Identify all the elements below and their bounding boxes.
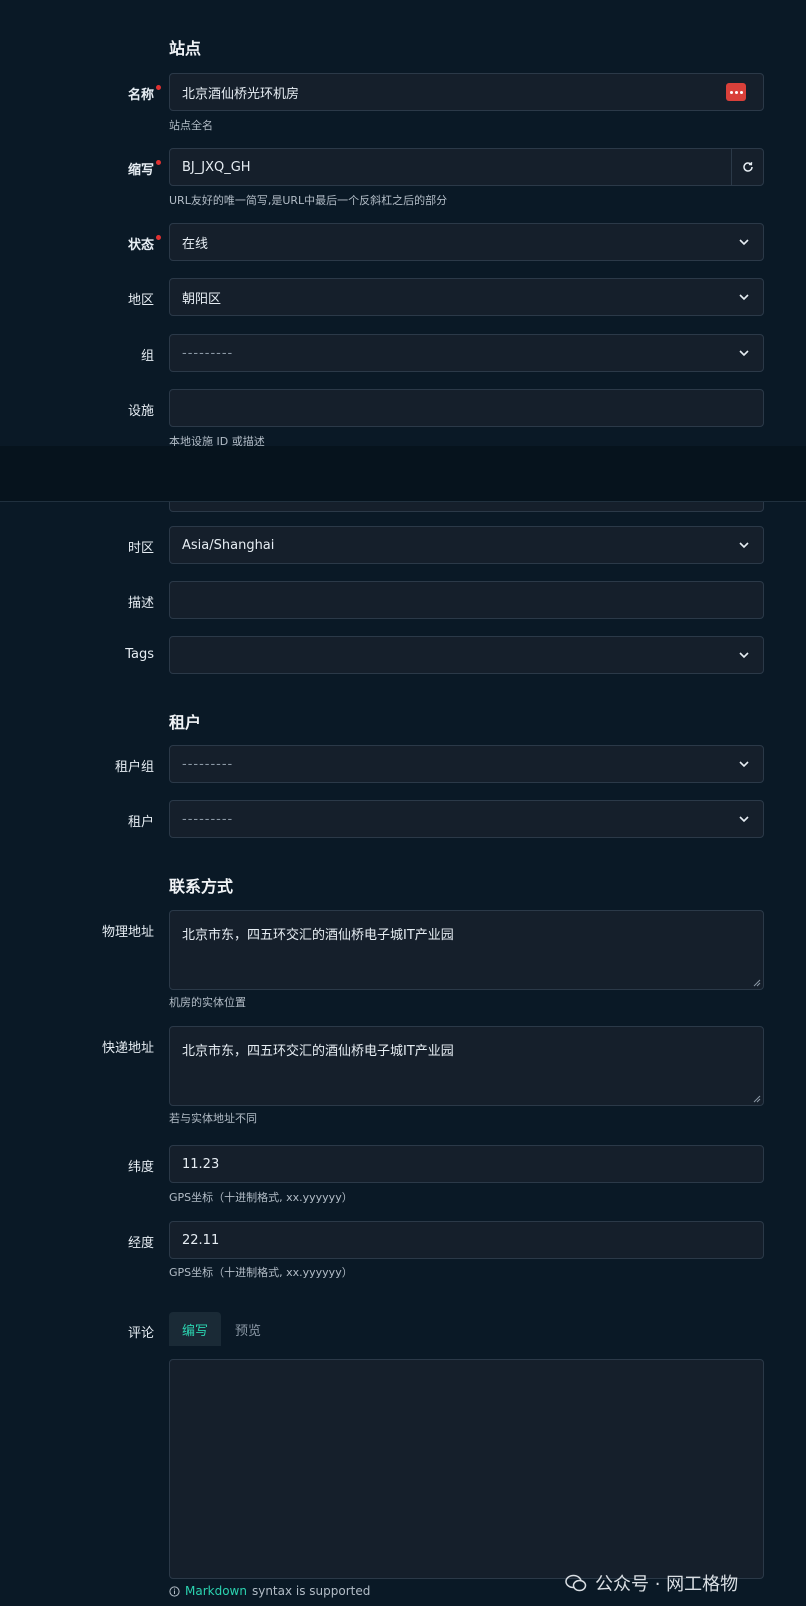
shipping-address-hint: 若与实体地址不同: [169, 1112, 257, 1125]
group-value: ---------: [182, 345, 234, 361]
timezone-value: Asia/Shanghai: [182, 537, 275, 553]
slug-regenerate-button[interactable]: [731, 149, 763, 185]
status-value: 在线: [182, 236, 209, 252]
tenant-label: 租户: [127, 815, 154, 830]
name-hint: 站点全名: [169, 119, 213, 132]
facility-input[interactable]: [169, 389, 764, 427]
physical-address-value: 北京市东，四五环交汇的酒仙桥电子城IT产业园: [182, 928, 454, 943]
site-form-top: 站点 名称 北京酒仙桥光环机房 站点全名 缩写 BJ_JXQ_GH URL友好的…: [0, 0, 806, 446]
required-indicator: [156, 85, 161, 90]
longitude-value: 22.11: [182, 1232, 220, 1248]
info-icon: [169, 1585, 180, 1597]
group-label: 组: [140, 349, 154, 364]
comments-textarea[interactable]: [169, 1359, 764, 1579]
tenant-group-label: 租户组: [114, 760, 154, 775]
wechat-icon: [565, 1574, 587, 1592]
physical-address-hint: 机房的实体位置: [169, 996, 246, 1009]
resize-handle-icon[interactable]: [753, 979, 761, 987]
chevron-down-icon: [739, 761, 749, 768]
chevron-down-icon: [739, 350, 749, 357]
status-label: 状态: [128, 234, 161, 253]
latitude-hint: GPS坐标（十进制格式, xx.yyyyyy）: [169, 1191, 353, 1204]
status-select[interactable]: 在线: [169, 223, 764, 261]
shipping-address-label: 快递地址: [101, 1041, 154, 1056]
tab-write[interactable]: 编写: [169, 1312, 221, 1346]
region-select[interactable]: 朝阳区: [169, 278, 764, 316]
markdown-note: Markdown syntax is supported: [169, 1584, 370, 1598]
partial-field[interactable]: [169, 502, 764, 512]
region-value: 朝阳区: [182, 291, 222, 307]
name-value: 北京酒仙桥光环机房: [182, 86, 300, 102]
slug-label: 缩写: [128, 159, 161, 178]
latitude-value: 11.23: [182, 1156, 220, 1172]
tab-preview[interactable]: 预览: [224, 1312, 272, 1346]
description-input[interactable]: [169, 581, 764, 619]
longitude-label: 经度: [127, 1236, 154, 1251]
shipping-address-textarea[interactable]: 北京市东，四五环交汇的酒仙桥电子城IT产业园: [169, 1026, 764, 1106]
markdown-suffix: syntax is supported: [251, 1584, 371, 1598]
chevron-down-icon: [739, 542, 749, 549]
resize-handle-icon[interactable]: [753, 1095, 761, 1103]
tags-select[interactable]: [169, 636, 764, 674]
required-indicator: [156, 160, 161, 165]
physical-address-textarea[interactable]: 北京市东，四五环交汇的酒仙桥电子城IT产业园: [169, 910, 764, 990]
latitude-input[interactable]: 11.23: [169, 1145, 764, 1183]
longitude-input[interactable]: 22.11: [169, 1221, 764, 1259]
facility-label: 设施: [127, 404, 154, 419]
slug-input[interactable]: BJ_JXQ_GH: [169, 148, 764, 186]
tenant-value: ---------: [182, 811, 234, 827]
shipping-address-value: 北京市东，四五环交汇的酒仙桥电子城IT产业园: [182, 1044, 454, 1059]
tenant-select[interactable]: ---------: [169, 800, 764, 838]
chevron-down-icon: [739, 816, 749, 823]
description-label: 描述: [127, 596, 154, 611]
slug-hint: URL友好的唯一简写,是URL中最后一个反斜杠之后的部分: [169, 194, 448, 207]
name-label: 名称: [128, 84, 161, 103]
site-form-bottom: 时区 Asia/Shanghai 描述 Tags 租户 租户组 --------…: [0, 502, 806, 1606]
chevron-down-icon: [739, 294, 749, 301]
section-title-site: 站点: [169, 39, 202, 58]
physical-address-label: 物理地址: [101, 925, 154, 940]
facility-hint: 本地设施 ID 或描述: [169, 435, 265, 446]
chevron-down-icon: [739, 652, 749, 659]
required-indicator: [156, 235, 161, 240]
tags-label: Tags: [125, 647, 154, 662]
group-select[interactable]: ---------: [169, 334, 764, 372]
comments-label: 评论: [127, 1326, 154, 1341]
timezone-select[interactable]: Asia/Shanghai: [169, 526, 764, 564]
name-input[interactable]: 北京酒仙桥光环机房: [169, 73, 764, 111]
region-label: 地区: [127, 293, 154, 308]
section-title-contact: 联系方式: [169, 877, 234, 896]
refresh-icon: [742, 162, 753, 172]
section-title-tenancy: 租户: [169, 713, 202, 732]
timezone-label: 时区: [127, 541, 154, 556]
latitude-label: 纬度: [127, 1160, 154, 1175]
chevron-down-icon: [739, 239, 749, 246]
longitude-hint: GPS坐标（十进制格式, xx.yyyyyy）: [169, 1266, 353, 1279]
screenshot-gap: [0, 446, 806, 502]
slug-value: BJ_JXQ_GH: [182, 159, 251, 175]
tenant-group-value: ---------: [182, 756, 234, 772]
dots-icon[interactable]: [726, 83, 746, 101]
watermark-text: 公众号 · 网工格物: [595, 1574, 739, 1595]
watermark: 公众号 · 网工格物: [565, 1570, 738, 1596]
tenant-group-select[interactable]: ---------: [169, 745, 764, 783]
markdown-link[interactable]: Markdown: [185, 1584, 247, 1598]
